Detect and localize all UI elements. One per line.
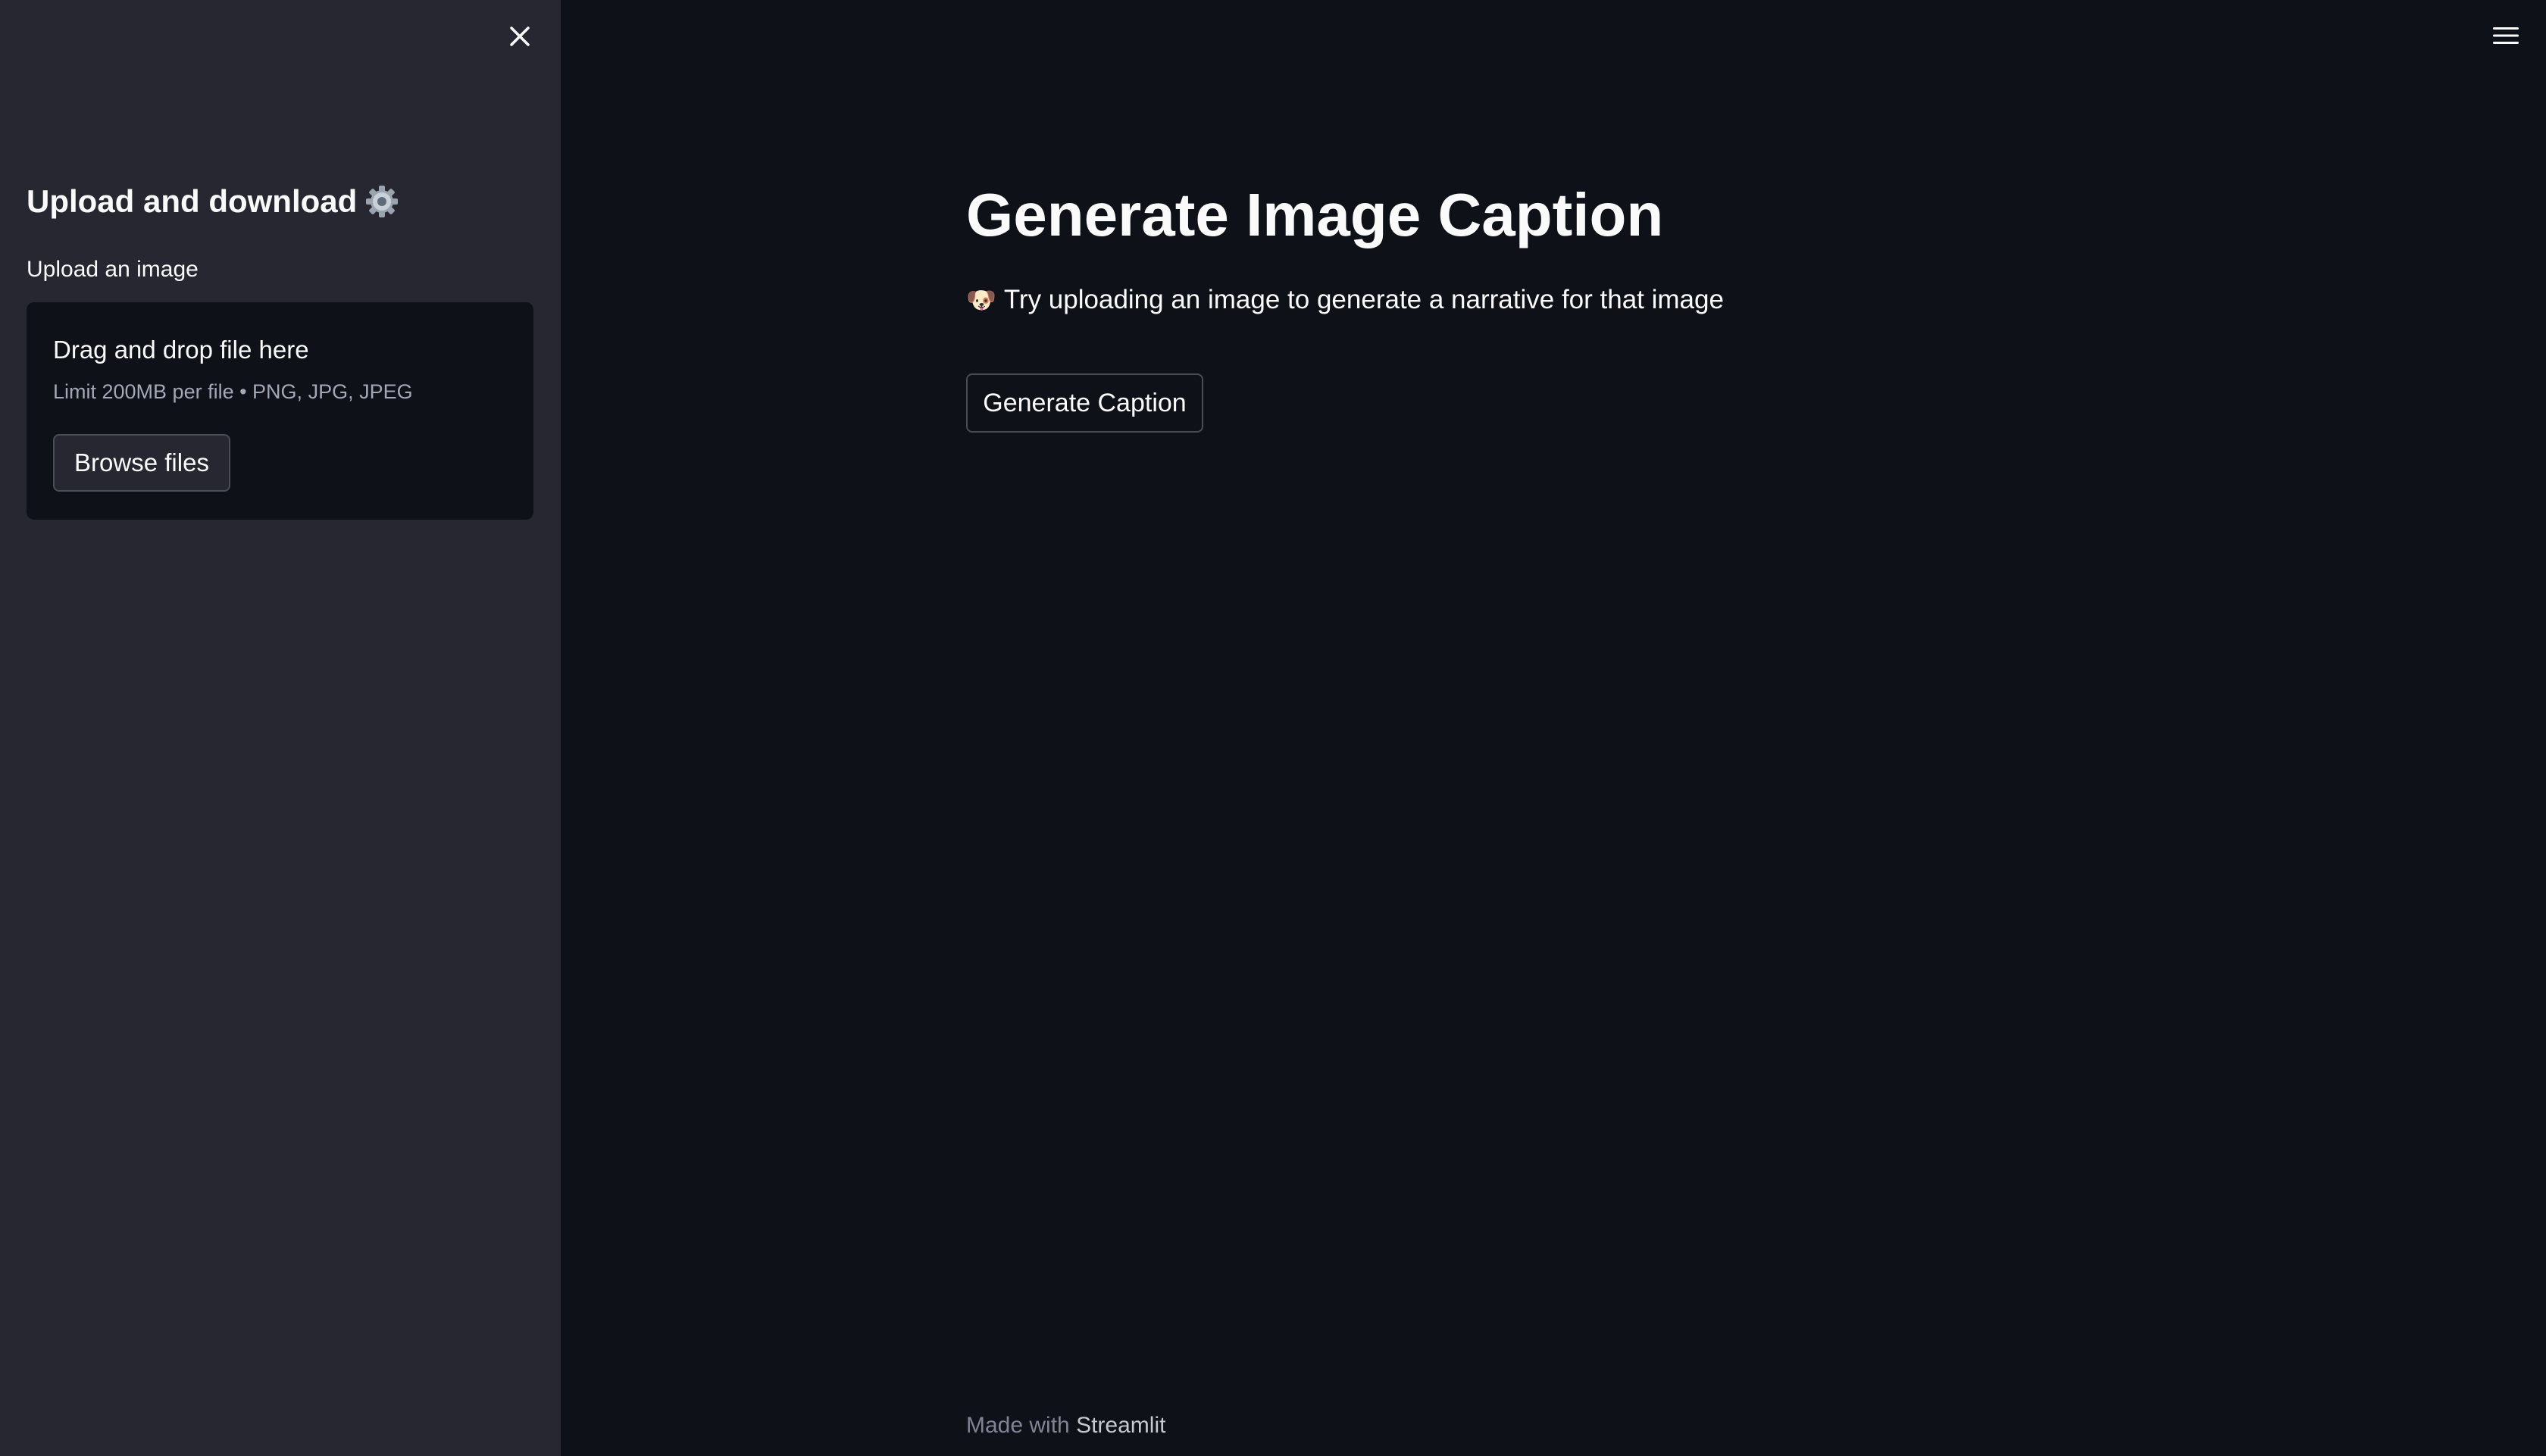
- subtitle-text: Try uploading an image to generate a nar…: [1003, 285, 1724, 314]
- hamburger-menu-icon: [2493, 27, 2519, 44]
- close-sidebar-button[interactable]: [503, 20, 536, 53]
- generate-caption-button[interactable]: Generate Caption: [966, 373, 1203, 433]
- app-root: Upload and download Upload an image Drag…: [0, 0, 2546, 1456]
- sidebar-title: Upload and download: [27, 179, 399, 224]
- subtitle: 🐶 Try uploading an image to generate a n…: [966, 283, 1724, 317]
- footer-prefix: Made with: [966, 1413, 1077, 1438]
- file-dropzone[interactable]: Drag and drop file here Limit 200MB per …: [27, 302, 533, 520]
- upload-label: Upload an image: [27, 257, 199, 282]
- sidebar: Upload and download Upload an image Drag…: [0, 0, 561, 1456]
- browse-files-button[interactable]: Browse files: [53, 434, 230, 492]
- dropzone-title: Drag and drop file here: [53, 336, 309, 364]
- gear-icon: [364, 184, 399, 219]
- streamlit-link[interactable]: Streamlit: [1076, 1413, 1165, 1438]
- dropzone-limit-text: Limit 200MB per file • PNG, JPG, JPEG: [53, 380, 413, 403]
- main-menu-button[interactable]: [2488, 21, 2523, 50]
- close-icon: [510, 27, 530, 46]
- dog-face-icon: 🐶: [966, 286, 996, 314]
- sidebar-title-text: Upload and download: [27, 183, 358, 219]
- page-title: Generate Image Caption: [966, 181, 1664, 248]
- footer: Made with Streamlit: [966, 1411, 1165, 1441]
